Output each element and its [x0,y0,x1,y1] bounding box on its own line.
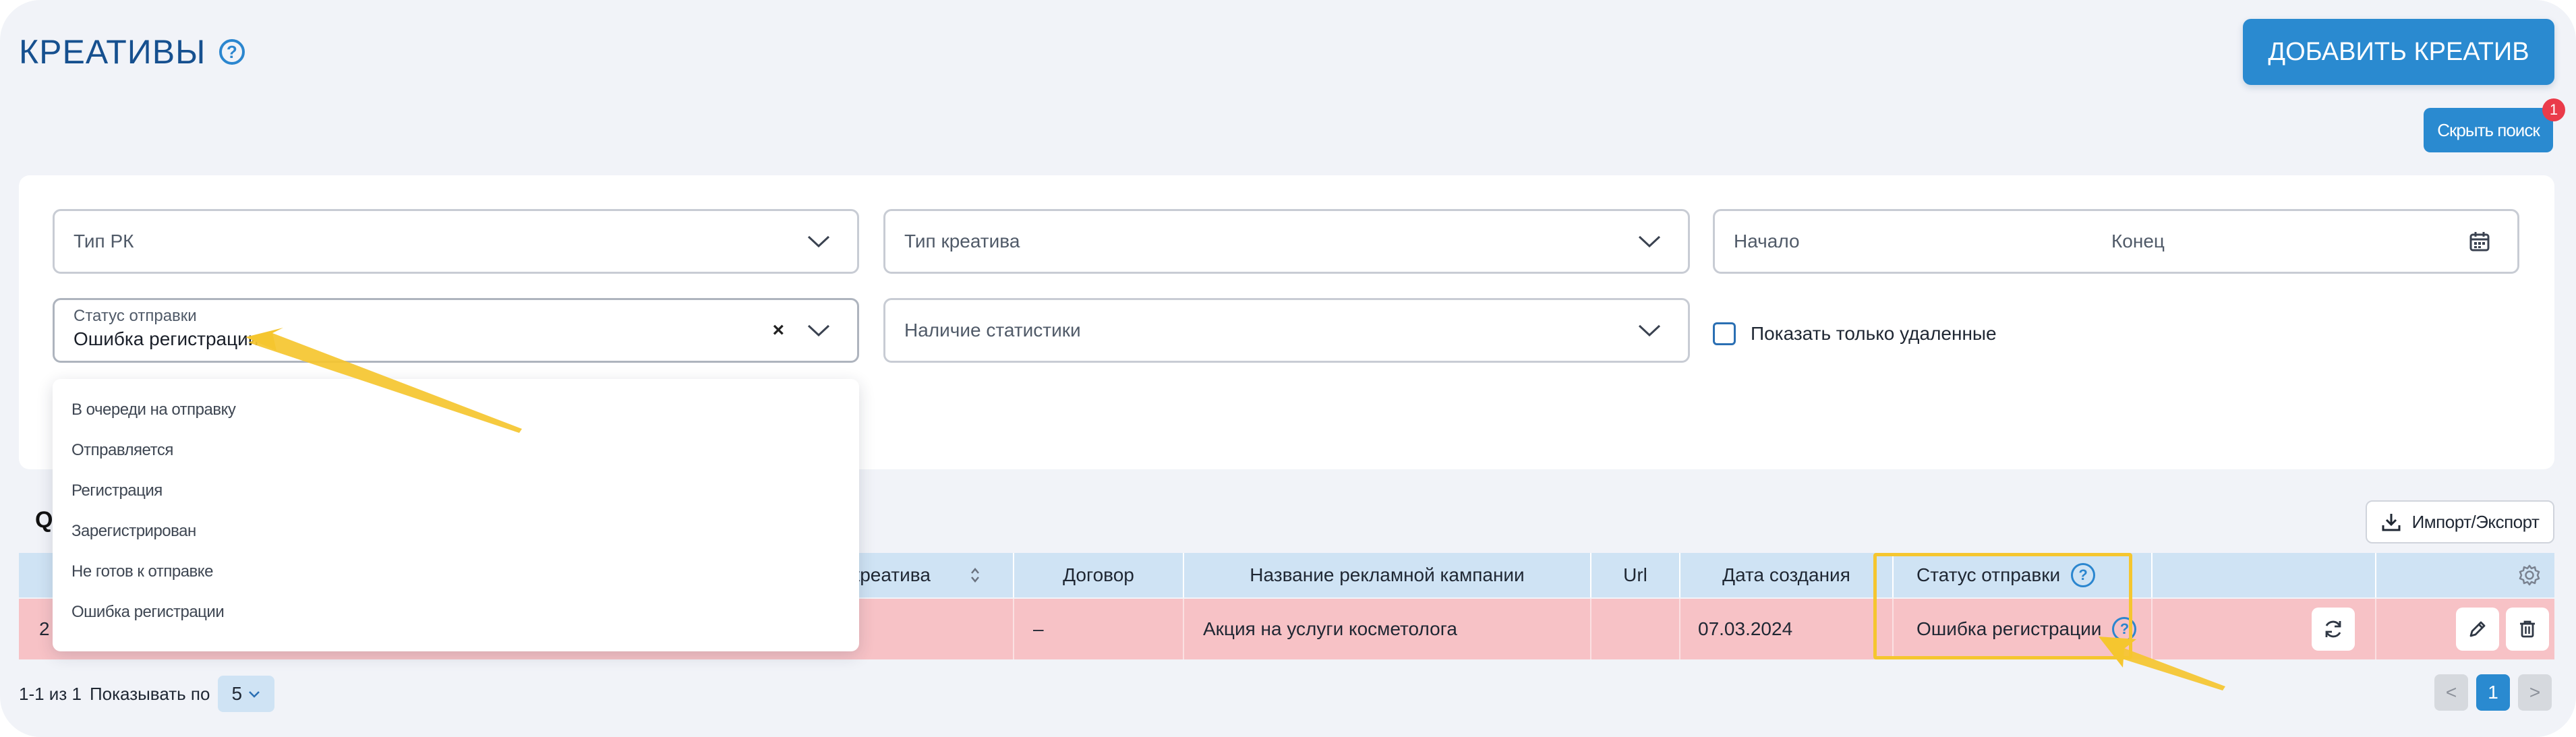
edit-button[interactable] [2456,608,2499,651]
column-url-label: Url [1623,564,1647,585]
chevron-down-icon [249,691,260,698]
cell-created: 07.03.2024 [1679,599,1892,659]
column-actions [2151,553,2375,597]
column-settings [2375,553,2554,597]
end-date-placeholder: Конец [2111,231,2165,252]
chevron-down-icon [807,235,830,248]
dropdown-option[interactable]: Регистрация [71,481,163,500]
calendar-icon[interactable] [2469,231,2490,252]
resend-button[interactable] [2312,608,2355,651]
column-campaign-name-label: Название рекламной кампании [1250,564,1525,585]
clear-icon[interactable]: × [772,319,784,342]
filter-count-badge: 1 [2542,98,2565,121]
send-status-label: Статус отправки [74,307,197,325]
start-date-placeholder: Начало [1734,231,1800,252]
column-url[interactable]: Url [1590,553,1679,597]
cell-campaign-name: Акция на услуги косметолога [1183,599,1590,659]
cell-resend [2151,599,2375,659]
add-creative-button[interactable]: ДОБАВИТЬ КРЕАТИВ [2243,19,2554,85]
prev-page-button[interactable]: < [2434,674,2468,711]
cell-url [1590,599,1679,659]
dropdown-option[interactable]: В очереди на отправку [71,401,236,419]
page-1-button[interactable]: 1 [2476,674,2510,711]
column-contract-label: Договор [1063,564,1134,585]
download-icon [2382,514,2401,531]
dropdown-option[interactable]: Зарегистрирован [71,522,196,541]
trash-icon [2520,620,2535,638]
send-status-value: Ошибка регистрации [74,328,259,349]
column-contract[interactable]: Договор [1013,553,1183,597]
creative-type-select[interactable]: Тип креатива [883,209,1690,274]
dropdown-option[interactable]: Ошибка регистрации [71,603,225,622]
creative-type-placeholder: Тип креатива [904,231,1020,252]
send-status-dropdown: В очереди на отправку Отправляется Регис… [53,379,859,651]
cell-contract: – [1013,599,1183,659]
page-title: КРЕАТИВЫ ? [19,28,245,76]
rk-type-placeholder: Тип РК [74,231,134,252]
per-page-select[interactable]: 5 [218,676,275,712]
import-export-label: Импорт/Экспорт [2411,511,2540,532]
import-export-button[interactable]: Импорт/Экспорт [2366,500,2554,543]
delete-button[interactable] [2506,608,2549,651]
search-icon[interactable]: Q [35,507,53,533]
sort-icon[interactable] [970,566,980,584]
help-icon[interactable]: ? [219,39,245,65]
deleted-only-label: Показать только удаленные [1751,323,1997,344]
chevron-down-icon [1638,235,1661,248]
chevron-down-icon [1638,324,1661,337]
date-range-picker[interactable]: Начало Конец [1713,209,2519,274]
page-title-text: КРЕАТИВЫ [19,33,206,71]
dropdown-option[interactable]: Отправляется [71,441,173,460]
next-page-button[interactable]: > [2518,674,2552,711]
statistics-placeholder: Наличие статистики [904,320,1081,341]
pagination-range: 1-1 из 1 [19,683,82,704]
page: КРЕАТИВЫ ? ДОБАВИТЬ КРЕАТИВ Скрыть поиск… [0,0,2576,737]
per-page-label: Показывать по [89,683,210,704]
rk-type-select[interactable]: Тип РК [53,209,859,274]
send-status-select[interactable]: Статус отправки Ошибка регистрации × [53,298,859,363]
column-created[interactable]: Дата создания [1679,553,1892,597]
gear-icon[interactable] [2518,564,2541,587]
pagination-info: 1-1 из 1 Показывать по 5 [19,674,275,713]
deleted-only-toggle[interactable]: Показать только удаленные [1713,322,1997,345]
send-status-highlight [1873,553,2132,659]
refresh-icon [2325,620,2341,638]
column-creative-type[interactable]: п креатива [836,553,1032,597]
statistics-select[interactable]: Наличие статистики [883,298,1690,363]
per-page-value: 5 [231,683,243,704]
dropdown-option[interactable]: Не готов к отправке [71,562,213,581]
column-created-label: Дата создания [1722,564,1850,585]
row-first-cell: 2 [39,618,50,639]
cell-row-actions [2375,599,2554,659]
deleted-only-checkbox[interactable] [1713,322,1736,345]
hide-search-button[interactable]: Скрыть поиск [2424,108,2553,152]
chevron-down-icon[interactable] [807,324,830,337]
pencil-icon [2469,621,2486,637]
column-campaign-name[interactable]: Название рекламной кампании [1183,553,1590,597]
